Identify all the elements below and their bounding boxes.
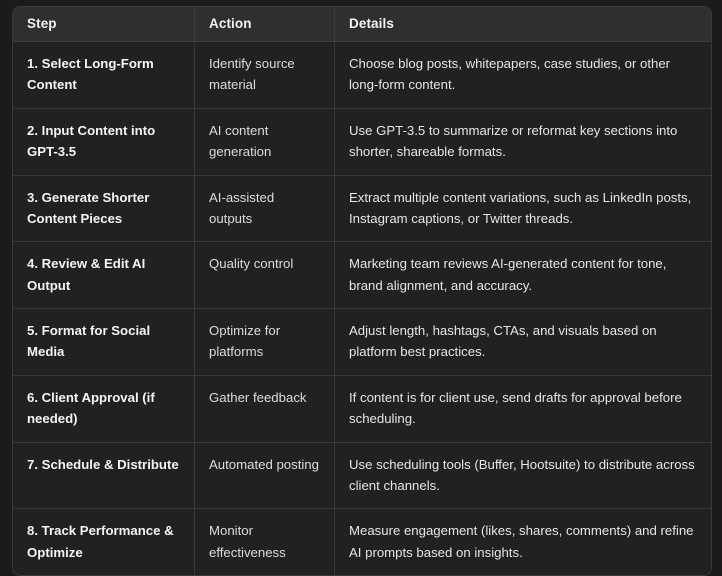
- table-row: 3. Generate Shorter Content Pieces AI-as…: [13, 175, 711, 243]
- cell-details: Extract multiple content variations, suc…: [335, 175, 711, 243]
- cell-step: 2. Input Content into GPT-3.5: [13, 108, 195, 176]
- cell-details: Use scheduling tools (Buffer, Hootsuite)…: [335, 442, 711, 510]
- cell-action: Monitor effectiveness: [195, 509, 335, 575]
- cell-details: Adjust length, hashtags, CTAs, and visua…: [335, 309, 711, 376]
- column-header-step: Step: [13, 7, 195, 42]
- workflow-table: Step Action Details 1. Select Long-Form …: [12, 6, 712, 576]
- column-header-details: Details: [335, 7, 711, 42]
- cell-action: Automated posting: [195, 442, 335, 510]
- cell-step: 8. Track Performance & Optimize: [13, 509, 195, 575]
- cell-details: Marketing team reviews AI-generated cont…: [335, 242, 711, 309]
- cell-action: AI content generation: [195, 108, 335, 176]
- table-row: 5. Format for Social Media Optimize for …: [13, 309, 711, 376]
- table-row: 2. Input Content into GPT-3.5 AI content…: [13, 108, 711, 176]
- cell-details: Use GPT-3.5 to summarize or reformat key…: [335, 108, 711, 176]
- cell-step: 3. Generate Shorter Content Pieces: [13, 175, 195, 243]
- table-row: 1. Select Long-Form Content Identify sou…: [13, 42, 711, 109]
- table-header-row: Step Action Details: [13, 7, 711, 42]
- cell-details: Measure engagement (likes, shares, comme…: [335, 509, 711, 575]
- column-header-action: Action: [195, 7, 335, 42]
- table-header: Step Action Details: [13, 7, 711, 42]
- cell-action: Gather feedback: [195, 375, 335, 443]
- table-row: 8. Track Performance & Optimize Monitor …: [13, 509, 711, 575]
- cell-action: Quality control: [195, 242, 335, 309]
- cell-action: AI-assisted outputs: [195, 175, 335, 243]
- cell-details: Choose blog posts, whitepapers, case stu…: [335, 42, 711, 109]
- cell-step: 1. Select Long-Form Content: [13, 42, 195, 109]
- table-row: 6. Client Approval (if needed) Gather fe…: [13, 375, 711, 443]
- cell-action: Identify source material: [195, 42, 335, 109]
- cell-step: 6. Client Approval (if needed): [13, 375, 195, 443]
- cell-step: 7. Schedule & Distribute: [13, 442, 195, 510]
- table-row: 7. Schedule & Distribute Automated posti…: [13, 442, 711, 510]
- table-body: 1. Select Long-Form Content Identify sou…: [13, 42, 711, 575]
- workflow-table-container: Step Action Details 1. Select Long-Form …: [12, 6, 712, 576]
- cell-action: Optimize for platforms: [195, 309, 335, 376]
- cell-step: 5. Format for Social Media: [13, 309, 195, 376]
- cell-details: If content is for client use, send draft…: [335, 375, 711, 443]
- cell-step: 4. Review & Edit AI Output: [13, 242, 195, 309]
- table-row: 4. Review & Edit AI Output Quality contr…: [13, 242, 711, 309]
